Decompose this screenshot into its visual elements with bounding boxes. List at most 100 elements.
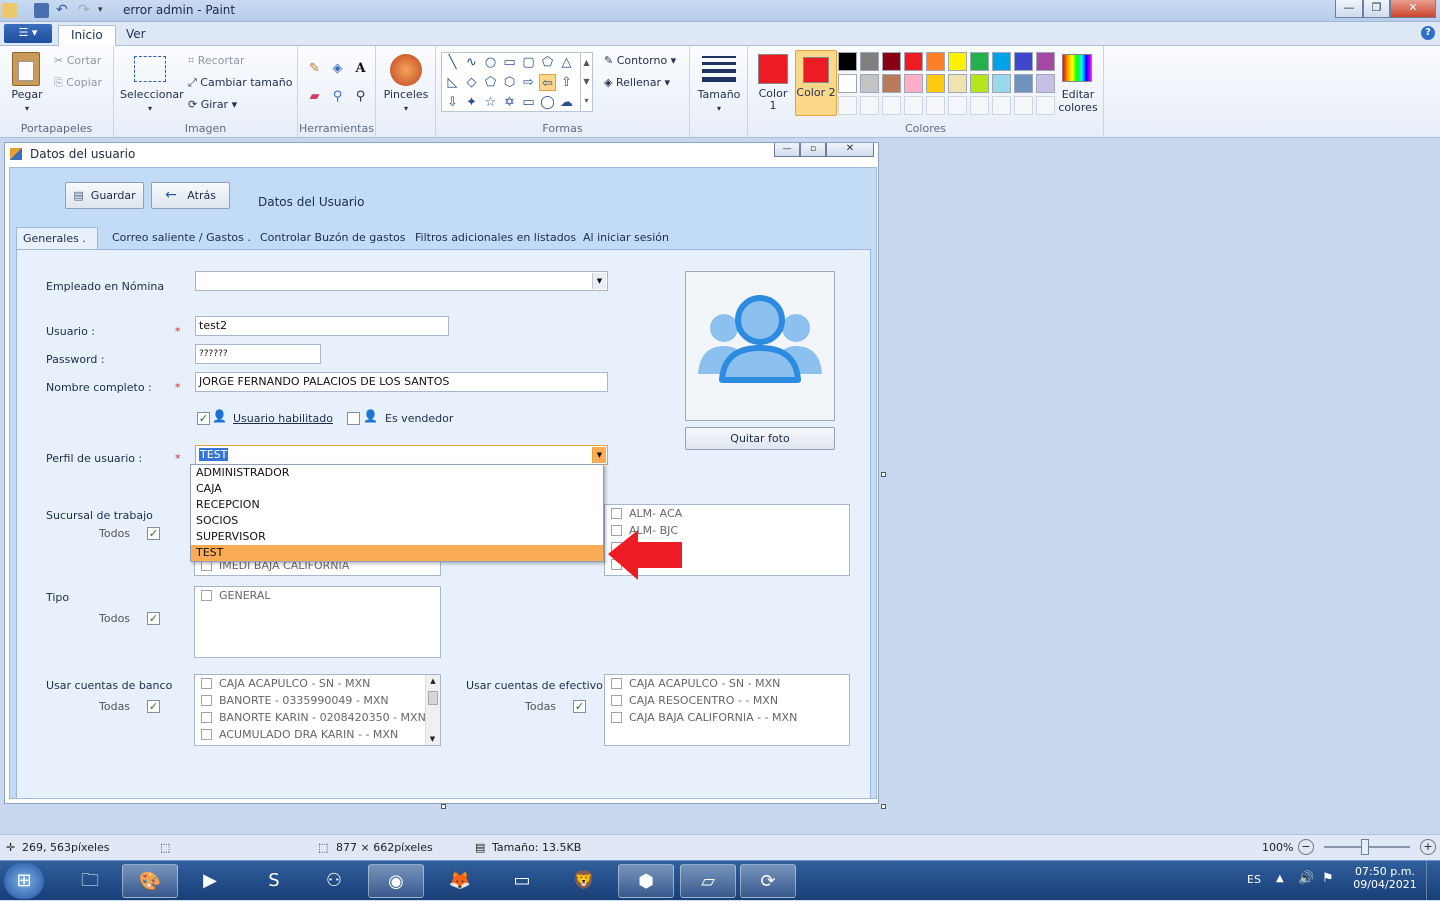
magnifier-icon[interactable]: ⚲ — [352, 88, 369, 105]
undo-icon[interactable]: ↶ — [56, 3, 71, 18]
paint-app-icon[interactable] — [2, 3, 17, 18]
cut-button[interactable]: ✂ Cortar — [54, 54, 101, 67]
app-taskbar-icon[interactable]: ⚇ — [306, 864, 362, 898]
down-arrow-shape-icon[interactable]: ⇩ — [444, 94, 461, 111]
palette-swatch[interactable] — [926, 74, 945, 93]
resize-handle-bottom[interactable] — [441, 804, 446, 809]
palette-swatch[interactable] — [970, 96, 989, 115]
palette-swatch[interactable] — [948, 52, 967, 71]
empleado-select[interactable]: ▼ — [195, 271, 608, 291]
size-button[interactable]: Tamaño ▾ — [694, 88, 744, 114]
network-status-icon[interactable]: ⚑ — [1322, 871, 1334, 886]
brushes-button[interactable]: Pinceles ▾ — [380, 88, 432, 114]
scroll-thumb[interactable] — [428, 691, 438, 705]
text-tool-icon[interactable]: A — [352, 60, 369, 77]
copy-button[interactable]: ⎘ Copiar — [54, 76, 102, 90]
tab-controlar-buzon[interactable]: Controlar Buzón de gastos — [254, 227, 412, 249]
volume-icon[interactable]: 🔊 — [1298, 871, 1314, 886]
media-player-icon[interactable]: ▶ — [182, 864, 238, 898]
close-button[interactable]: ✕ — [1390, 0, 1436, 18]
maximize-button[interactable]: ❐ — [1363, 0, 1390, 18]
usuario-input[interactable]: test2 — [195, 316, 449, 336]
zoom-in-button[interactable]: + — [1420, 839, 1436, 855]
customize-toolbar-icon[interactable]: ▾ — [98, 3, 113, 18]
list-item[interactable]: BANORTE - 0335990049 - MXN — [195, 692, 389, 709]
start-button[interactable]: ⊞ — [4, 863, 44, 899]
tab-inicio[interactable]: Inicio — [58, 25, 116, 46]
bancos-list[interactable]: CAJA ACAPULCO - SN - MXN BANORTE - 03359… — [194, 674, 441, 746]
remove-photo-button[interactable]: Quitar foto — [685, 427, 835, 450]
minimize-button[interactable]: — — [1335, 0, 1363, 18]
palette-swatch[interactable] — [948, 74, 967, 93]
scroll-up-icon[interactable]: ▲ — [426, 675, 440, 687]
outline-button[interactable]: ✎ Contorno ▾ — [604, 54, 676, 67]
eraser-icon[interactable]: ▰ — [306, 88, 323, 105]
paste-button[interactable]: Pegar ▾ — [8, 88, 46, 114]
tab-correo-saliente[interactable]: Correo saliente / Gastos . — [106, 227, 257, 249]
pentagon-shape-icon[interactable]: ⬠ — [482, 74, 499, 91]
sucursal-todos-checkbox[interactable]: ✓ — [147, 527, 160, 540]
tab-al-iniciar-sesion[interactable]: Al iniciar sesión — [577, 227, 675, 249]
select-button[interactable]: Seleccionar ▾ — [120, 88, 184, 114]
empleado-dropdown-arrow[interactable]: ▼ — [592, 273, 606, 289]
list-item[interactable]: CAJA ACAPULCO - SN - MXN — [195, 675, 370, 692]
triangle-shape-icon[interactable]: △ — [558, 54, 575, 71]
scanner-icon[interactable]: ▭ — [494, 864, 550, 898]
up-arrow-shape-icon[interactable]: ⇧ — [558, 74, 575, 91]
efectivo-todas-checkbox[interactable]: ✓ — [573, 700, 586, 713]
save-icon[interactable] — [34, 3, 49, 18]
right-arrow-shape-icon[interactable]: ⇨ — [520, 74, 537, 91]
list-item[interactable]: CAJA RESOCENTRO - - MXN — [605, 692, 778, 709]
palette-swatch[interactable] — [882, 74, 901, 93]
hexagon-shape-icon[interactable]: ⬡ — [501, 74, 518, 91]
palette-swatch[interactable] — [838, 52, 857, 71]
tray-expand-icon[interactable]: ▲ — [1276, 873, 1284, 884]
resize-handle-corner[interactable] — [881, 804, 886, 809]
perfil-option-recepcion[interactable]: RECEPCION — [191, 497, 603, 513]
crop-button[interactable]: ⌗ Recortar — [188, 54, 245, 68]
efectivo-list[interactable]: CAJA ACAPULCO - SN - MXN CAJA RESOCENTRO… — [604, 674, 850, 746]
resize-handle-right[interactable] — [881, 472, 886, 477]
list-item[interactable]: ALM- ACA — [605, 505, 682, 522]
chrome-icon[interactable]: ◉ — [368, 864, 424, 898]
cloud-callout-icon[interactable]: ☁ — [558, 94, 575, 111]
perfil-option-test[interactable]: TEST — [191, 545, 603, 561]
vendedor-checkbox[interactable] — [347, 412, 360, 425]
scroll-down-icon[interactable]: ▼ — [426, 733, 439, 745]
fill-bucket-icon[interactable]: ◈ — [329, 60, 346, 77]
tab-ver[interactable]: Ver — [114, 25, 158, 46]
list-item[interactable]: ACUMULADO DRA KARIN - - MXN — [195, 726, 398, 743]
rounded-rect-shape-icon[interactable]: ▢ — [520, 54, 537, 71]
palette-swatch[interactable] — [838, 74, 857, 93]
rotate-button[interactable]: ⟳ Girar ▾ — [188, 98, 237, 111]
back-button[interactable]: ← Atrás — [151, 182, 230, 209]
perfil-option-caja[interactable]: CAJA — [191, 481, 603, 497]
password-input[interactable]: ?????? — [195, 344, 321, 364]
palette-swatch[interactable] — [882, 96, 901, 115]
palette-swatch[interactable] — [1014, 96, 1033, 115]
zoom-out-button[interactable]: − — [1298, 839, 1314, 855]
list-item[interactable]: GENERAL — [195, 587, 271, 604]
resize-button[interactable]: ⤢ Cambiar tamaño — [188, 76, 292, 90]
redo-icon[interactable]: ↷ — [78, 3, 93, 18]
habilitado-checkbox[interactable]: ✓ — [197, 412, 210, 425]
shapes-scroll[interactable]: ▲ ▼ ▾ — [580, 53, 592, 111]
rectangle-shape-icon[interactable]: ▭ — [501, 54, 518, 71]
oval-callout-icon[interactable]: ◯ — [539, 94, 556, 111]
palette-swatch[interactable] — [838, 96, 857, 115]
edit-colors-button[interactable]: Editar colores — [1052, 88, 1104, 114]
list-item[interactable]: BANORTE KARIN - 0208420350 - MXN — [195, 709, 426, 726]
firefox-icon[interactable]: 🦊 — [432, 864, 488, 898]
shapes-gallery[interactable]: ╲ ∿ ○ ▭ ▢ ⬠ △ ◺ ◇ ⬠ ⬡ ⇨ ⇦ ⇧ ⇩ ✦ ☆ ✡ ▭ ◯ … — [441, 52, 593, 112]
palette-swatch[interactable] — [992, 74, 1011, 93]
curve-shape-icon[interactable]: ∿ — [463, 54, 480, 71]
paint-menu-button[interactable]: ☰ ▾ — [4, 24, 52, 43]
oval-shape-icon[interactable]: ○ — [482, 54, 499, 71]
network-app-icon[interactable]: ⬢ — [618, 864, 674, 898]
palette-swatch[interactable] — [970, 74, 989, 93]
palette-swatch[interactable] — [948, 96, 967, 115]
color-picker-icon[interactable]: ⚲ — [329, 88, 346, 105]
palette-swatch[interactable] — [882, 52, 901, 71]
bancos-scrollbar[interactable]: ▲ ▼ — [425, 675, 440, 745]
palette-swatch[interactable] — [904, 74, 923, 93]
